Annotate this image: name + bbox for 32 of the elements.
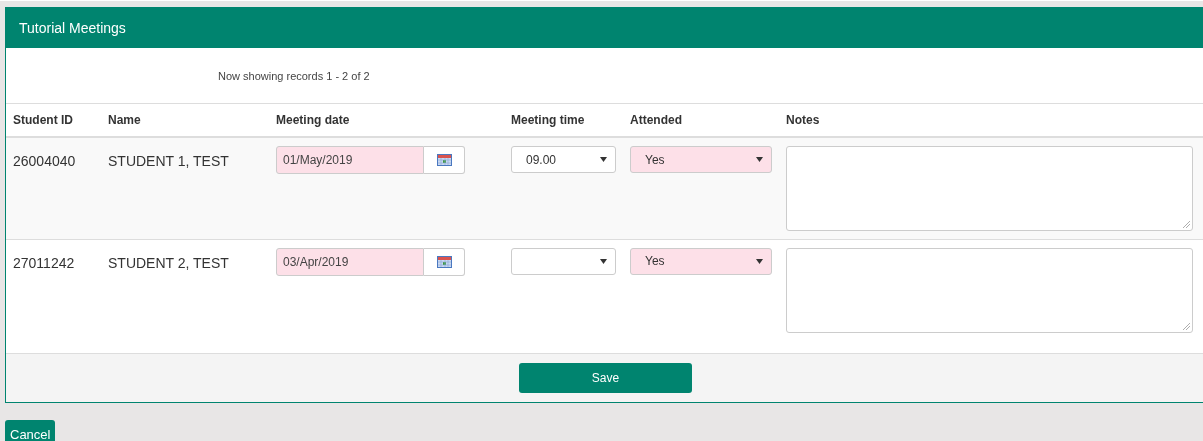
column-header: Meeting date [276, 113, 350, 127]
student-name: STUDENT 2, TEST [108, 254, 229, 271]
calendar-icon [436, 255, 452, 268]
caret-icon [600, 258, 607, 264]
caret-icon [756, 258, 763, 264]
column-header: Name [108, 113, 141, 127]
records-info: Now showing records 1 - 2 of 2 [218, 69, 370, 82]
calendar-icon [436, 154, 452, 166]
caret-icon [600, 157, 607, 162]
student-name: STUDENT 1, TEST [108, 153, 229, 169]
panel-title: Tutorial Meetings [19, 20, 126, 36]
column-header: Attended [630, 113, 682, 127]
notes-field[interactable] [786, 146, 1193, 231]
student-id: 26004040 [13, 153, 76, 169]
column-header: Notes [786, 113, 820, 127]
column-header: Student ID [13, 113, 73, 127]
cancel-button[interactable]: Cancel [5, 420, 56, 441]
caret-icon [756, 157, 763, 162]
calendar-button[interactable] [424, 146, 465, 174]
calendar-button[interactable] [424, 247, 465, 276]
attended-select[interactable]: Yes [630, 247, 772, 275]
time-select[interactable] [511, 247, 616, 275]
date-field[interactable]: 01/May/2019 [276, 146, 424, 174]
save-button[interactable]: Save [519, 363, 692, 393]
student-id: 27011242 [13, 254, 75, 271]
notes-field[interactable] [786, 247, 1193, 333]
resize-grip-icon [1183, 322, 1190, 330]
attended-select[interactable]: Yes [630, 146, 772, 173]
column-header: Meeting time [511, 113, 585, 127]
date-field[interactable]: 03/Apr/2019 [276, 247, 424, 276]
time-select[interactable]: 09.00 [511, 146, 616, 173]
resize-grip-icon [1183, 221, 1190, 228]
